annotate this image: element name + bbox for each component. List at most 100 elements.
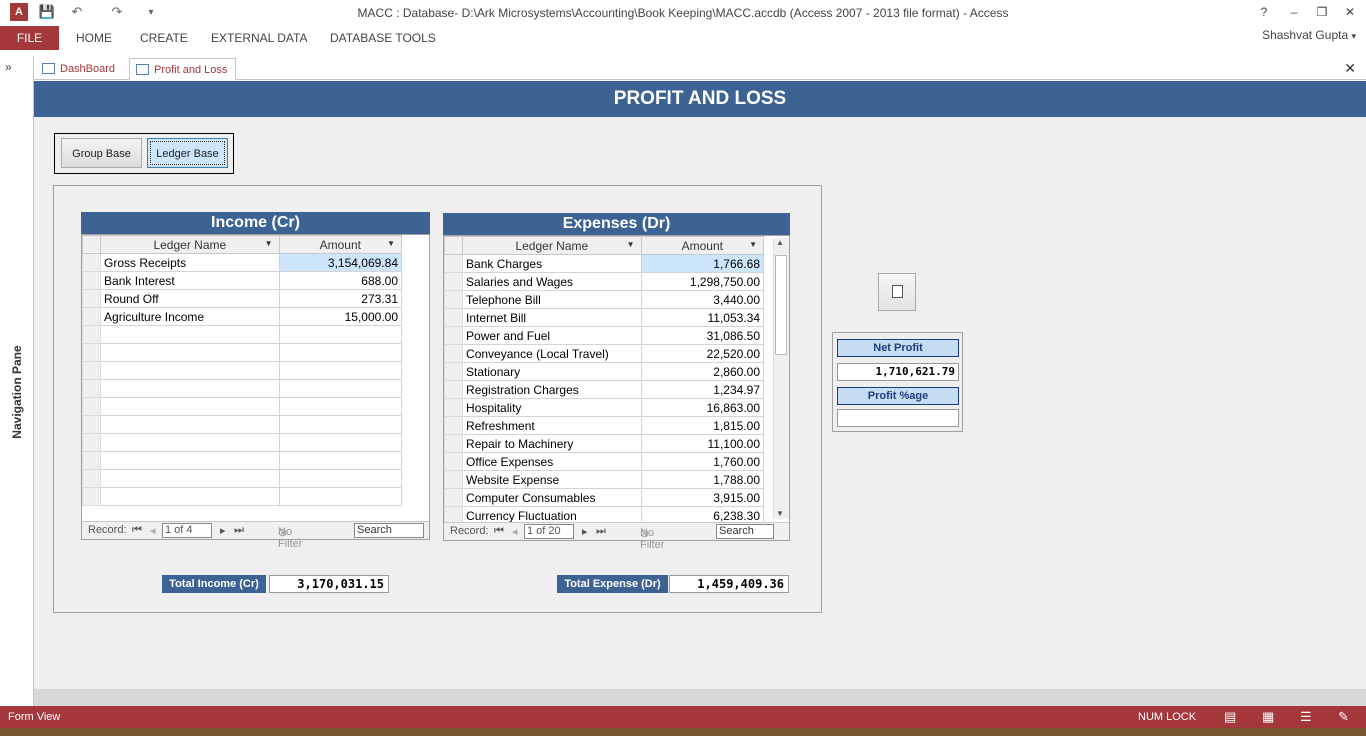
sort-dropdown-icon[interactable]: ▼: [749, 240, 757, 249]
amount-cell[interactable]: 31,086.50: [640, 326, 765, 345]
table-row[interactable]: Bank Interest 688.00: [82, 271, 403, 290]
row-selector[interactable]: [82, 307, 102, 326]
row-selector[interactable]: [444, 470, 464, 489]
tab-create[interactable]: CREATE: [140, 26, 188, 50]
column-header-amount[interactable]: Amount ▼: [640, 236, 765, 255]
first-record-icon[interactable]: ⏮: [132, 524, 142, 537]
row-selector[interactable]: [444, 326, 464, 345]
column-header-ledger-name[interactable]: Ledger Name ▼: [100, 235, 280, 254]
form-view-icon[interactable]: ▤: [1224, 709, 1236, 725]
table-row[interactable]: Round Off 273.31: [82, 289, 403, 308]
amount-cell[interactable]: 16,863.00: [640, 398, 765, 417]
minimize-button[interactable]: –: [1282, 3, 1306, 21]
next-record-icon[interactable]: ▸: [582, 525, 588, 538]
profit-percentage-value[interactable]: [837, 409, 959, 427]
amount-cell[interactable]: 1,788.00: [640, 470, 765, 489]
layout-view-icon[interactable]: ☰: [1300, 709, 1312, 725]
sort-dropdown-icon[interactable]: ▼: [265, 239, 273, 248]
row-selector[interactable]: [82, 253, 102, 272]
ledger-name-cell[interactable]: Salaries and Wages: [462, 272, 642, 291]
row-selector[interactable]: [444, 398, 464, 417]
group-base-button[interactable]: Group Base: [61, 138, 142, 168]
user-account[interactable]: Shashvat Gupta ▾: [1262, 28, 1356, 42]
sort-dropdown-icon[interactable]: ▼: [627, 240, 635, 249]
table-row[interactable]: Repair to Machinery 11,100.00: [444, 434, 765, 453]
sort-dropdown-icon[interactable]: ▼: [387, 239, 395, 248]
table-row[interactable]: Conveyance (Local Travel) 22,520.00: [444, 344, 765, 363]
row-selector-header[interactable]: [82, 235, 102, 254]
amount-cell[interactable]: 1,234.97: [640, 380, 765, 399]
prev-record-icon[interactable]: ◂: [512, 525, 518, 538]
row-selector[interactable]: [444, 434, 464, 453]
ledger-name-cell[interactable]: Repair to Machinery: [462, 434, 642, 453]
row-selector[interactable]: [444, 416, 464, 435]
ledger-name-cell[interactable]: Computer Consumables: [462, 488, 642, 507]
row-selector[interactable]: [82, 289, 102, 308]
row-selector[interactable]: [444, 290, 464, 309]
ledger-name-cell[interactable]: Telephone Bill: [462, 290, 642, 309]
amount-cell[interactable]: 3,154,069.84: [278, 253, 403, 272]
search-input[interactable]: Search: [354, 523, 424, 538]
table-row[interactable]: Office Expenses 1,760.00: [444, 452, 765, 471]
net-profit-value[interactable]: 1,710,621.79: [837, 363, 959, 381]
table-row[interactable]: Bank Charges 1,766.68: [444, 254, 765, 273]
scroll-down-icon[interactable]: ▼: [776, 509, 784, 518]
amount-cell[interactable]: 11,100.00: [640, 434, 765, 453]
row-selector[interactable]: [82, 361, 102, 380]
amount-cell[interactable]: 15,000.00: [278, 307, 403, 326]
amount-cell[interactable]: 3,915.00: [640, 488, 765, 507]
row-selector[interactable]: [82, 397, 102, 416]
row-selector[interactable]: [82, 379, 102, 398]
table-row[interactable]: Internet Bill 11,053.34: [444, 308, 765, 327]
amount-cell[interactable]: 1,760.00: [640, 452, 765, 471]
amount-cell[interactable]: 273.31: [278, 289, 403, 308]
file-tab[interactable]: FILE: [0, 26, 59, 50]
amount-cell[interactable]: 1,815.00: [640, 416, 765, 435]
row-selector[interactable]: [444, 308, 464, 327]
ledger-name-cell[interactable]: Power and Fuel: [462, 326, 642, 345]
row-selector[interactable]: [444, 452, 464, 471]
last-record-icon[interactable]: ⏭: [234, 524, 244, 537]
report-button[interactable]: [878, 273, 916, 311]
amount-cell[interactable]: 688.00: [278, 271, 403, 290]
record-position-input[interactable]: 1 of 4: [162, 523, 212, 538]
amount-cell[interactable]: 11,053.34: [640, 308, 765, 327]
table-row[interactable]: Salaries and Wages 1,298,750.00: [444, 272, 765, 291]
restore-button[interactable]: ❐: [1310, 3, 1334, 21]
scroll-thumb[interactable]: [775, 255, 787, 355]
ledger-name-cell[interactable]: Bank Interest: [100, 271, 280, 290]
table-row[interactable]: Agriculture Income 15,000.00: [82, 307, 403, 326]
row-selector[interactable]: [82, 433, 102, 452]
amount-cell[interactable]: 22,520.00: [640, 344, 765, 363]
row-selector[interactable]: [82, 469, 102, 488]
scroll-up-icon[interactable]: ▲: [776, 238, 784, 247]
ledger-name-cell[interactable]: Bank Charges: [462, 254, 642, 273]
table-row[interactable]: Power and Fuel 31,086.50: [444, 326, 765, 345]
datasheet-view-icon[interactable]: ▦: [1262, 709, 1274, 725]
ledger-name-cell[interactable]: Website Expense: [462, 470, 642, 489]
total-income-value[interactable]: 3,170,031.15: [269, 575, 389, 593]
ledger-name-cell[interactable]: Stationary: [462, 362, 642, 381]
table-row[interactable]: Website Expense 1,788.00: [444, 470, 765, 489]
table-row[interactable]: Hospitality 16,863.00: [444, 398, 765, 417]
tab-database-tools[interactable]: DATABASE TOOLS: [330, 26, 436, 50]
amount-cell[interactable]: 1,298,750.00: [640, 272, 765, 291]
row-selector[interactable]: [82, 487, 102, 506]
ledger-name-cell[interactable]: Conveyance (Local Travel): [462, 344, 642, 363]
column-header-amount[interactable]: Amount ▼: [278, 235, 403, 254]
ledger-name-cell[interactable]: Hospitality: [462, 398, 642, 417]
table-row[interactable]: Computer Consumables 3,915.00: [444, 488, 765, 507]
row-selector-header[interactable]: [444, 236, 464, 255]
tab-external-data[interactable]: EXTERNAL DATA: [211, 26, 307, 50]
tab-dashboard[interactable]: DashBoard: [36, 58, 123, 80]
row-selector[interactable]: [82, 325, 102, 344]
table-row[interactable]: Telephone Bill 3,440.00: [444, 290, 765, 309]
ledger-name-cell[interactable]: Gross Receipts: [100, 253, 280, 272]
ledger-base-button[interactable]: Ledger Base: [147, 138, 228, 168]
row-selector[interactable]: [82, 451, 102, 470]
total-expense-value[interactable]: 1,459,409.36: [669, 575, 789, 593]
nav-pane-toggle[interactable]: »: [5, 60, 12, 74]
row-selector[interactable]: [444, 488, 464, 507]
close-window-button[interactable]: ✕: [1338, 3, 1362, 21]
row-selector[interactable]: [82, 343, 102, 362]
